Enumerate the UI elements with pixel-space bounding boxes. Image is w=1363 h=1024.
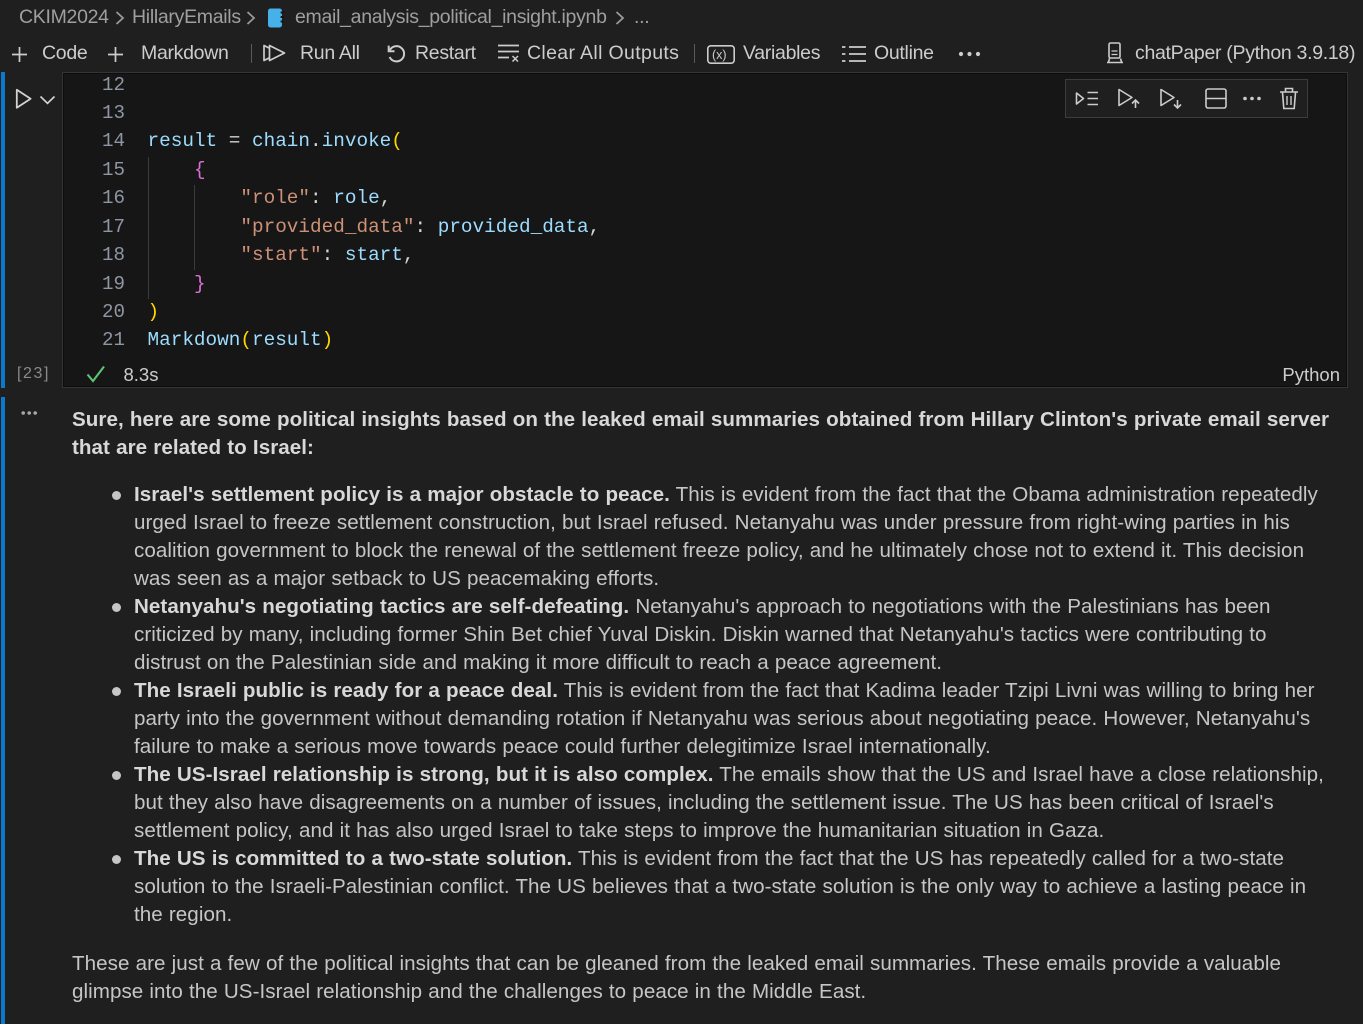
- svg-text:(x): (x): [712, 48, 727, 62]
